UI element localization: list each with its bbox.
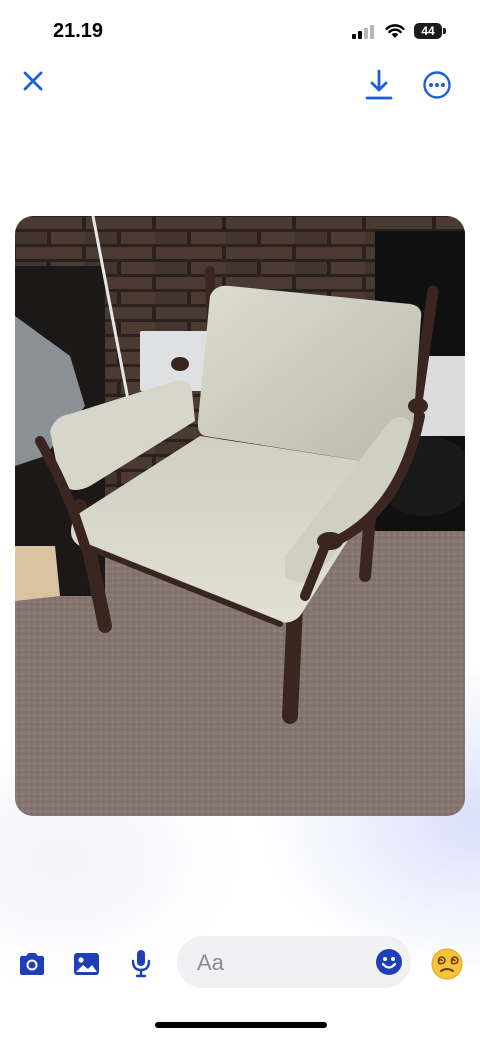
wifi-icon <box>385 24 405 38</box>
camera-icon[interactable] <box>17 950 47 978</box>
armchair-photo[interactable] <box>15 216 465 816</box>
photo-canvas <box>15 216 465 816</box>
image-icon[interactable] <box>72 950 101 978</box>
status-time: 21.19 <box>53 20 104 42</box>
message-input[interactable] <box>195 936 369 990</box>
home-indicator <box>155 1022 327 1028</box>
smiley-icon[interactable] <box>375 948 403 976</box>
more-options-button[interactable] <box>422 70 452 100</box>
battery-indicator: 44 <box>414 23 442 39</box>
download-button[interactable] <box>364 68 394 102</box>
dizzy-face-emoji[interactable] <box>431 948 463 980</box>
more-options-icon <box>423 71 451 99</box>
close-button[interactable] <box>18 66 48 96</box>
microphone-icon[interactable] <box>130 948 152 979</box>
battery-tip <box>443 28 446 34</box>
close-icon <box>23 71 43 91</box>
cellular-signal-icon <box>352 25 376 39</box>
download-icon <box>365 69 393 100</box>
